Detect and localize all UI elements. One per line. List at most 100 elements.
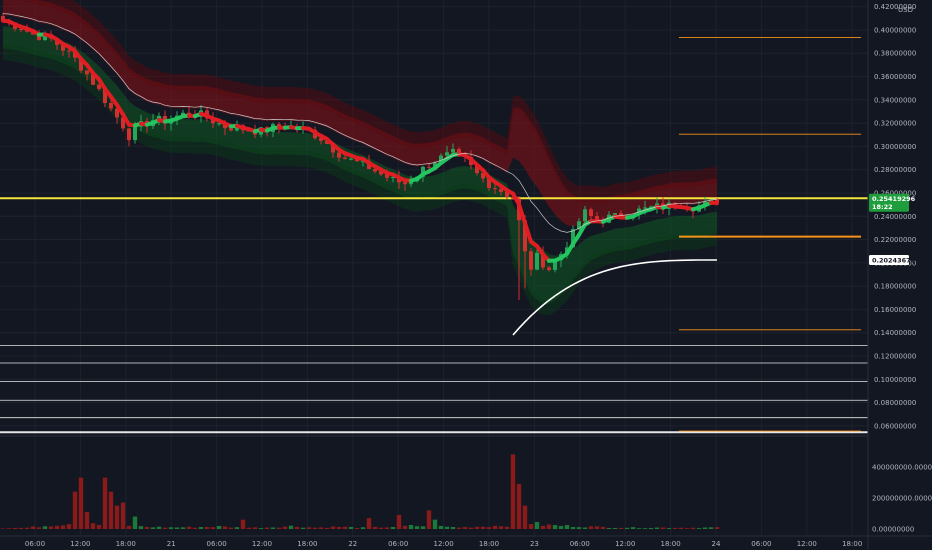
volume-bar (402, 525, 408, 529)
time-tick-label: 06:00 (388, 540, 408, 548)
volume-bar (360, 527, 366, 529)
candle-body[interactable] (427, 166, 431, 168)
volume-bar (180, 527, 186, 529)
volume-bar (366, 518, 372, 529)
volume-tick-label: 400000000.00000000 (872, 463, 932, 471)
candle-body[interactable] (493, 188, 497, 190)
candle-body[interactable] (127, 128, 131, 141)
volume-bar (612, 528, 618, 529)
volume-bar (114, 505, 120, 529)
volume-bar (468, 527, 474, 529)
volume-bar (618, 527, 624, 529)
time-tick-label: 18:00 (842, 540, 862, 548)
volume-bar (246, 527, 252, 529)
candle-body[interactable] (85, 70, 89, 75)
time-tick-label: 12:00 (615, 540, 635, 548)
time-tick-label: 12:00 (797, 540, 817, 548)
volume-bar (354, 528, 360, 529)
candle-body[interactable] (349, 158, 353, 160)
volume-bar (570, 527, 576, 529)
candle-body[interactable] (403, 182, 407, 185)
volume-bar (144, 526, 150, 529)
time-tick-label: 06:00 (570, 540, 590, 548)
time-tick-label: 12:00 (252, 540, 272, 548)
candle-body[interactable] (451, 149, 455, 153)
candle-body[interactable] (97, 84, 101, 89)
volume-bar (384, 527, 390, 529)
volume-bar (282, 526, 288, 529)
volume-bar (594, 526, 600, 529)
vwap-price-value: 0.20243679 (872, 256, 916, 264)
volume-bar (552, 525, 558, 529)
volume-bar (222, 526, 228, 529)
volume-tick-label: 0.00000000 (872, 526, 914, 534)
candle-body[interactable] (445, 152, 449, 156)
price-tick-label: 0.32000000 (874, 120, 916, 128)
volume-bar (438, 525, 444, 529)
candle-body[interactable] (613, 213, 617, 215)
candle-body[interactable] (109, 102, 113, 109)
volume-bar (372, 526, 378, 529)
volume-bar (396, 515, 402, 529)
time-tick-label: 06:00 (207, 540, 227, 548)
price-tick-label: 0.22000000 (874, 236, 916, 244)
candle-body[interactable] (583, 209, 587, 222)
volume-bar (564, 525, 570, 529)
price-tick-label: 0.12000000 (874, 352, 916, 360)
volume-bar (66, 524, 72, 529)
volume-bar (24, 527, 30, 529)
volume-bar (30, 526, 36, 529)
volume-bar (336, 526, 342, 529)
candle-body[interactable] (589, 209, 593, 217)
volume-bar (642, 528, 648, 529)
volume-bar (132, 516, 138, 529)
volume-bar (90, 523, 96, 529)
candle-body[interactable] (529, 251, 533, 270)
price-tick-label: 0.36000000 (874, 73, 916, 81)
volume-bar (18, 527, 24, 529)
candle-body[interactable] (643, 207, 647, 209)
volume-bar (630, 527, 636, 529)
volume-bar (546, 524, 552, 529)
volume-bar (480, 526, 486, 529)
volume-bar (504, 526, 510, 529)
volume-bar (234, 527, 240, 529)
candle-body[interactable] (337, 152, 341, 158)
price-tick-label: 0.08000000 (874, 399, 916, 407)
volume-bar (204, 526, 210, 529)
volume-bar (252, 527, 258, 529)
volume-bar (636, 528, 642, 529)
trading-chart[interactable]: 0.420000000.400000000.380000000.36000000… (0, 0, 932, 550)
volume-bar (258, 528, 264, 529)
volume-bar (522, 505, 528, 529)
volume-bar (390, 527, 396, 529)
volume-bar (306, 527, 312, 529)
time-tick-label: 12:00 (70, 540, 90, 548)
time-tick-label: 06:00 (25, 540, 45, 548)
volume-bar (660, 527, 666, 529)
candle-body[interactable] (67, 50, 71, 52)
price-tick-label: 0.18000000 (874, 283, 916, 291)
price-tick-label: 0.14000000 (874, 329, 916, 337)
volume-bar (348, 526, 354, 529)
volume-bar (498, 526, 504, 529)
candle-body[interactable] (343, 157, 347, 159)
volume-bar (54, 525, 60, 529)
volume-bar (408, 524, 414, 529)
volume-bar (186, 526, 192, 529)
volume-bar (102, 477, 108, 529)
candle-body[interactable] (535, 252, 539, 270)
candle-body[interactable] (547, 267, 551, 270)
candle-body[interactable] (133, 126, 137, 141)
candle-body[interactable] (229, 128, 233, 131)
volume-bar (444, 526, 450, 529)
price-tick-label: 0.38000000 (874, 50, 916, 58)
volume-bar (96, 525, 102, 529)
volume-bar (162, 527, 168, 529)
volume-bar (654, 527, 660, 529)
price-tick-label: 0.40000000 (874, 26, 916, 34)
volume-bar (414, 526, 420, 529)
volume-bar (540, 525, 546, 529)
volume-bar (48, 526, 54, 529)
volume-bar (192, 527, 198, 529)
